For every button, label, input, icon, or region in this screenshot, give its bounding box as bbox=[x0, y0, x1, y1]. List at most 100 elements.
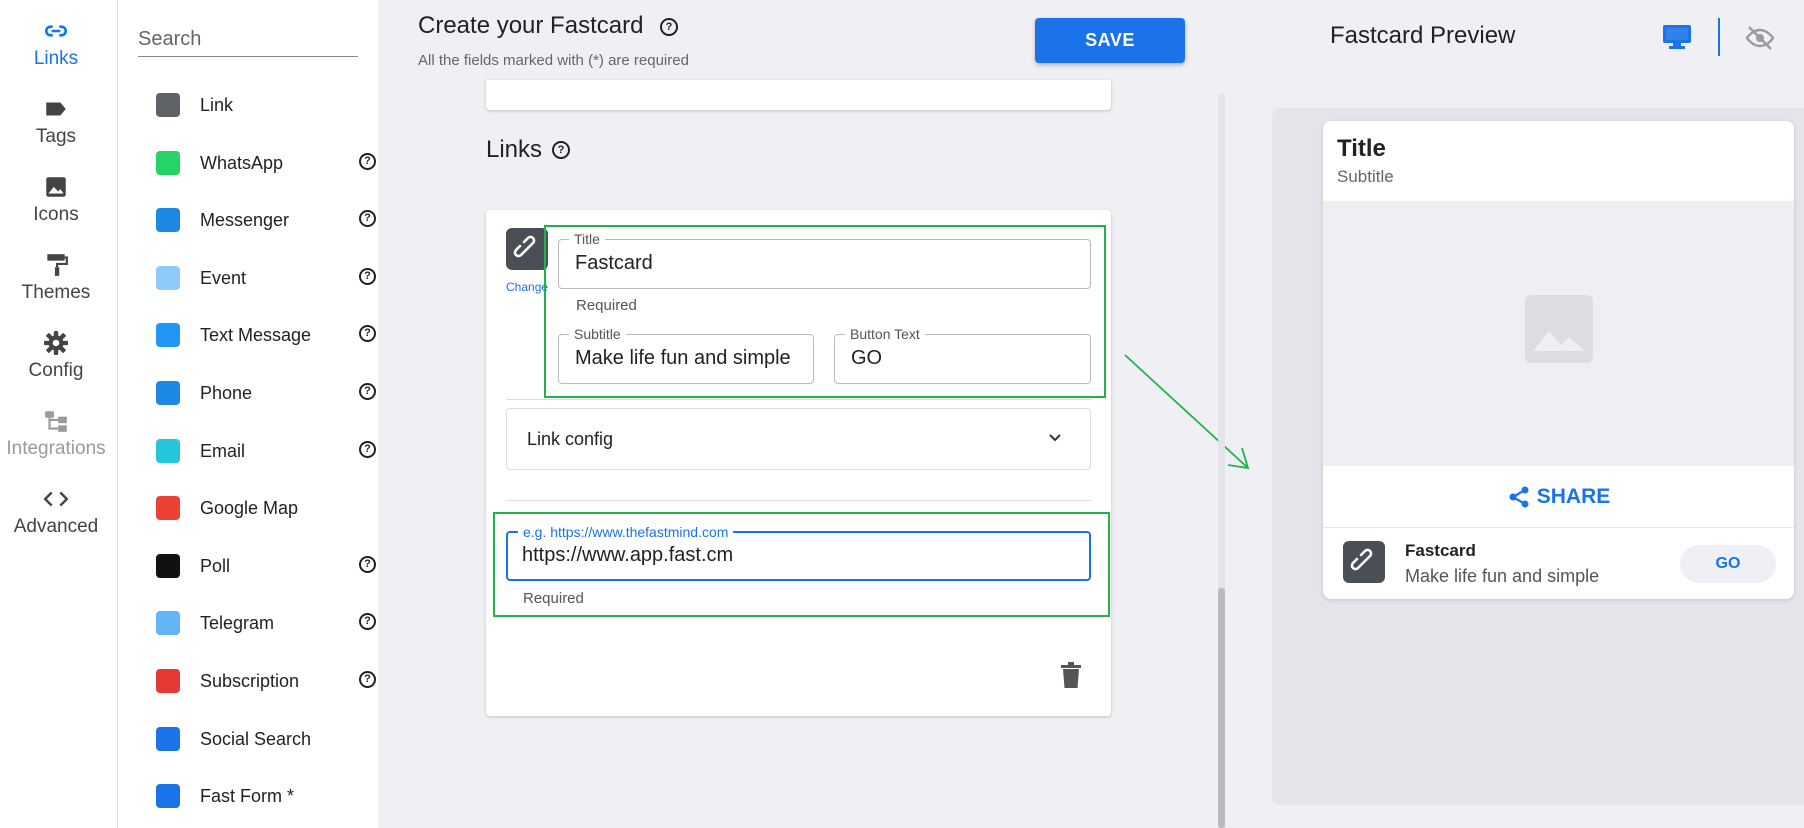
trash-icon[interactable] bbox=[1060, 662, 1082, 688]
preview-link-subtitle: Make life fun and simple bbox=[1405, 566, 1600, 586]
menu-item-social-search[interactable]: Social Search bbox=[156, 719, 366, 759]
eye-off-icon[interactable] bbox=[1745, 24, 1775, 52]
subtitle-field-label: Subtitle bbox=[569, 326, 626, 342]
help-icon[interactable]: ? bbox=[359, 268, 376, 285]
help-icon[interactable]: ? bbox=[359, 441, 376, 458]
paint-roller-icon bbox=[47, 254, 68, 276]
preview-title: Fastcard Preview bbox=[1330, 22, 1516, 49]
menu-item-event[interactable]: Event? bbox=[156, 258, 376, 298]
menu-item-google-map[interactable]: Google Map bbox=[156, 488, 366, 528]
social-search-icon bbox=[156, 727, 180, 751]
help-icon[interactable]: ? bbox=[359, 671, 376, 688]
link-icon bbox=[513, 235, 536, 258]
rail-item-advanced[interactable]: Advanced bbox=[0, 486, 112, 538]
save-button[interactable]: SAVE bbox=[1035, 18, 1185, 63]
rail-label: Icons bbox=[33, 204, 79, 225]
preview-card: Title Subtitle SHARE Fastcard Make life … bbox=[1323, 121, 1794, 599]
help-icon[interactable]: ? bbox=[359, 556, 376, 573]
menu-item-subscription[interactable]: Subscription? bbox=[156, 661, 376, 701]
rail-item-links[interactable]: Links bbox=[0, 18, 112, 70]
annotation-arrow bbox=[1124, 354, 1250, 470]
help-icon[interactable]: ? bbox=[660, 18, 678, 36]
share-label: SHARE bbox=[1536, 484, 1611, 508]
preview-card-title: Title bbox=[1337, 135, 1386, 162]
menu-item-telegram[interactable]: Telegram? bbox=[156, 603, 376, 643]
image-placeholder-icon bbox=[1525, 295, 1593, 363]
previous-section-card bbox=[486, 80, 1111, 110]
menu-item-label: Subscription bbox=[200, 670, 300, 691]
link-icon-button[interactable] bbox=[506, 228, 548, 270]
menu-item-label: Text Message bbox=[200, 324, 312, 345]
title-field[interactable]: Title bbox=[558, 231, 1091, 289]
menu-item-link[interactable]: Link bbox=[156, 85, 366, 125]
menu-item-label: Event bbox=[200, 267, 247, 288]
menu-item-label: Phone bbox=[200, 382, 253, 403]
telegram-icon bbox=[156, 611, 180, 635]
title-input[interactable] bbox=[575, 252, 1082, 275]
rail-item-tags[interactable]: Tags bbox=[0, 96, 112, 148]
rail-item-config[interactable]: Config bbox=[0, 330, 112, 382]
subtitle-field[interactable]: Subtitle bbox=[558, 326, 814, 384]
title-field-label: Title bbox=[569, 231, 605, 247]
desktop-icon[interactable] bbox=[1662, 24, 1692, 50]
image-icon bbox=[46, 177, 66, 197]
link-config-label: Link config bbox=[527, 429, 614, 449]
help-icon[interactable]: ? bbox=[359, 210, 376, 227]
link-config-accordion[interactable]: Link config bbox=[506, 408, 1091, 470]
button-text-input[interactable] bbox=[851, 347, 1082, 370]
subtitle-input[interactable] bbox=[575, 347, 805, 370]
divider bbox=[506, 399, 1091, 400]
url-field[interactable]: e.g. https://www.thefastmind.com bbox=[506, 524, 1091, 581]
rail-label: Advanced bbox=[13, 516, 99, 537]
share-button[interactable]: SHARE bbox=[1323, 466, 1794, 528]
menu-item-messenger[interactable]: Messenger? bbox=[156, 200, 376, 240]
rail-item-icons[interactable]: Icons bbox=[0, 174, 112, 226]
page-subtitle: All the fields marked with (*) are requi… bbox=[418, 52, 689, 69]
menu-item-email[interactable]: Email? bbox=[156, 431, 376, 471]
rail-item-themes[interactable]: Themes bbox=[0, 252, 112, 304]
change-icon-link[interactable]: Change bbox=[506, 280, 548, 294]
menu-item-label: Poll bbox=[200, 555, 231, 576]
menu-item-phone[interactable]: Phone? bbox=[156, 373, 376, 413]
menu-item-label: Social Search bbox=[200, 728, 312, 749]
link-icon bbox=[156, 93, 180, 117]
phone-icon bbox=[156, 381, 180, 405]
rail-label: Config bbox=[28, 360, 84, 381]
preview-card-subtitle: Subtitle bbox=[1337, 167, 1394, 186]
rail-label: Themes bbox=[21, 282, 91, 303]
preview-go-button[interactable]: GO bbox=[1680, 545, 1776, 583]
poll-icon bbox=[156, 554, 180, 578]
menu-item-label: Google Map bbox=[200, 497, 299, 518]
rail-label: Tags bbox=[35, 126, 77, 147]
help-icon[interactable]: ? bbox=[359, 383, 376, 400]
menu-item-fast-form[interactable]: Fast Form * bbox=[156, 776, 366, 816]
help-icon[interactable]: ? bbox=[359, 153, 376, 170]
gear-icon bbox=[44, 331, 68, 355]
url-helper-text: Required bbox=[523, 590, 584, 607]
chevron-down-icon bbox=[1049, 434, 1061, 442]
button-text-field[interactable]: Button Text bbox=[834, 326, 1091, 384]
section-title: Links bbox=[486, 136, 543, 163]
help-icon[interactable]: ? bbox=[359, 613, 376, 630]
menu-item-label: Messenger bbox=[200, 209, 290, 230]
toolbar-separator bbox=[1718, 18, 1720, 56]
preview-link-icon bbox=[1343, 541, 1385, 583]
menu-item-whatsapp[interactable]: WhatsApp? bbox=[156, 143, 376, 183]
link-icon bbox=[1350, 548, 1373, 571]
menu-item-poll[interactable]: Poll? bbox=[156, 546, 376, 586]
rail-item-integrations[interactable]: Integrations bbox=[0, 408, 112, 460]
email-icon bbox=[156, 439, 180, 463]
divider bbox=[506, 500, 1091, 501]
messenger-icon bbox=[156, 208, 180, 232]
rail-label: Integrations bbox=[6, 438, 106, 459]
search-input[interactable] bbox=[138, 22, 358, 57]
menu-item-label: Email bbox=[200, 440, 246, 461]
form-icon bbox=[156, 784, 180, 808]
editor-scrollbar-thumb[interactable] bbox=[1218, 588, 1225, 828]
url-input[interactable] bbox=[522, 544, 1079, 567]
preview-link-title: Fastcard bbox=[1405, 541, 1476, 560]
help-icon[interactable]: ? bbox=[359, 325, 376, 342]
link-icon bbox=[44, 25, 68, 37]
help-icon[interactable]: ? bbox=[552, 141, 570, 159]
menu-item-text-message[interactable]: Text Message? bbox=[156, 315, 376, 355]
